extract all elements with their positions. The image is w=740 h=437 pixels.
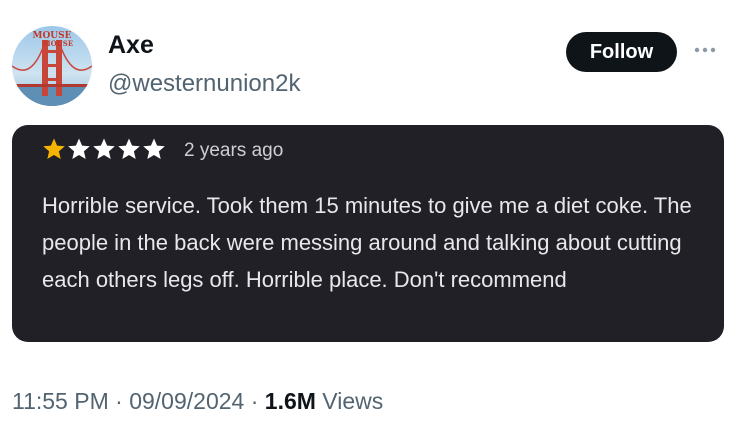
star-empty-icon (68, 138, 90, 159)
golden-gate-bridge-icon: MOUSE MOUSE (12, 26, 92, 106)
views-count: 1.6M (264, 388, 316, 414)
views-label: Views (315, 388, 384, 414)
tweet-date[interactable]: 09/09/2024 (129, 388, 244, 414)
tweet-meta: 11:55 PM · 09/09/2024 · 1.6M Views (12, 390, 383, 413)
star-empty-icon (143, 138, 165, 159)
tweet-time[interactable]: 11:55 PM (12, 388, 109, 414)
star-rating (42, 137, 166, 161)
ellipsis-icon[interactable] (690, 40, 720, 60)
avatar[interactable]: MOUSE MOUSE (12, 26, 92, 106)
tweet: MOUSE MOUSE Axe @westernunion2k Follow 2… (0, 0, 740, 437)
user-handle[interactable]: @westernunion2k (108, 72, 300, 96)
follow-button[interactable]: Follow (566, 32, 677, 72)
svg-text:MOUSE: MOUSE (43, 39, 73, 48)
review-text: Horrible service. Took them 15 minutes t… (42, 193, 692, 292)
star-empty-icon (118, 138, 140, 159)
star-filled-icon (43, 138, 65, 159)
review-time: 2 years ago (184, 140, 284, 161)
star-empty-icon (93, 138, 115, 159)
display-name[interactable]: Axe (108, 33, 154, 58)
meta-separator: · (244, 388, 265, 414)
meta-separator: · (108, 388, 130, 414)
review-card: 2 years ago Horrible service. Took them … (12, 125, 724, 342)
